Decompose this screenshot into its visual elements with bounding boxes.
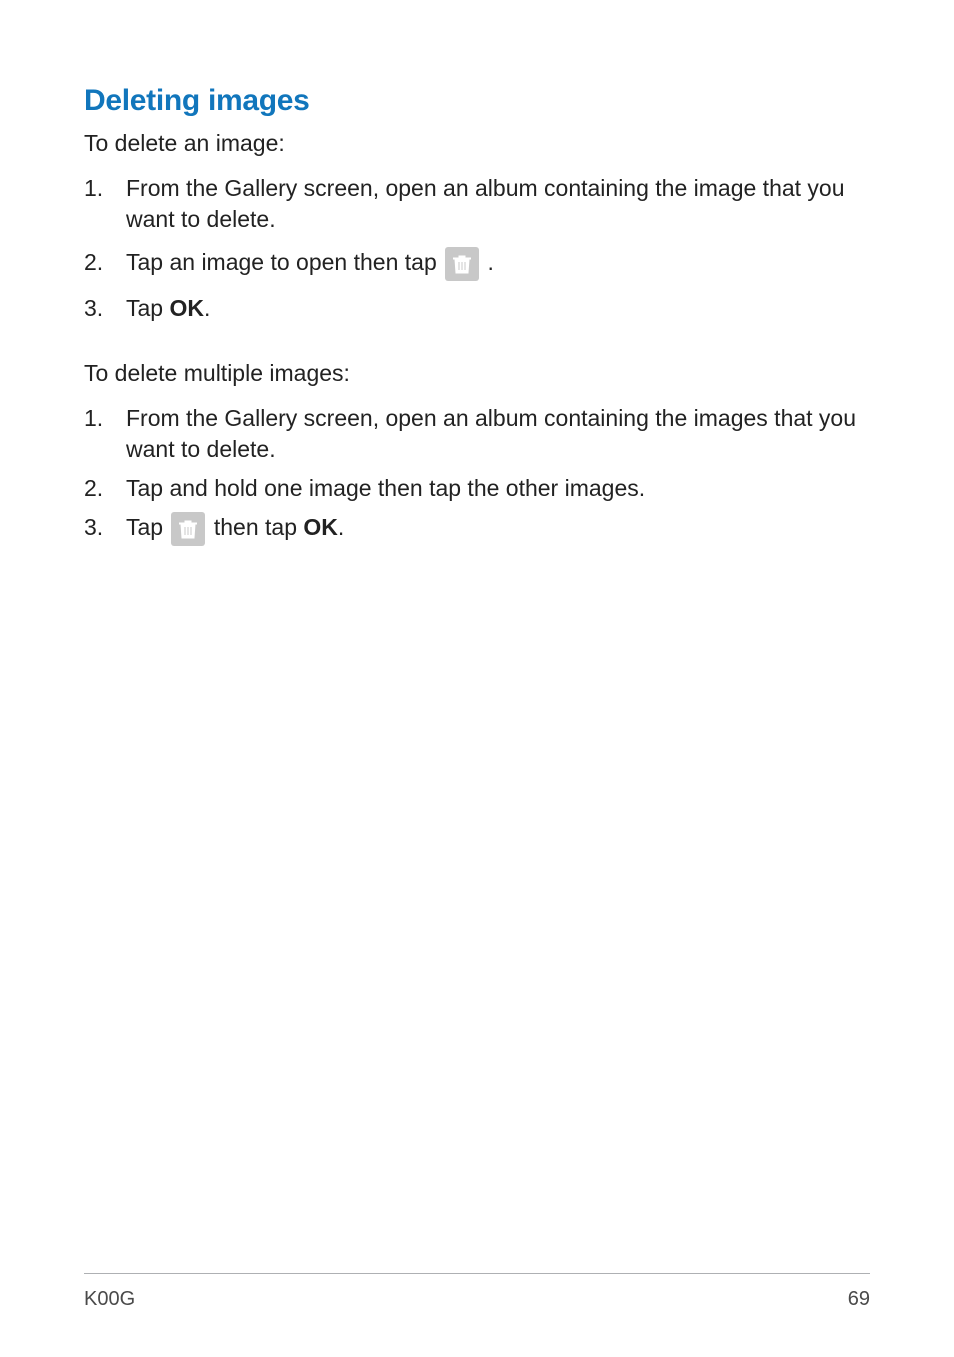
step2-text-after: . <box>488 249 494 275</box>
step3m-period: . <box>338 514 344 540</box>
step3m-ok: OK <box>303 514 338 540</box>
page-footer: K00G 69 <box>84 1273 870 1311</box>
step3: Tap OK. <box>84 293 870 324</box>
step3-ok: OK <box>169 295 204 321</box>
footer-page-number: 69 <box>848 1288 870 1311</box>
step3m-tap: Tap <box>126 514 169 540</box>
section-heading: Deleting images <box>84 84 870 118</box>
step3-tap: Tap <box>126 295 169 321</box>
step3-multi: Tap then tap OK. <box>84 512 870 546</box>
intro-multi-delete: To delete multiple images: <box>84 358 870 389</box>
steps-single-delete: From the Gallery screen, open an album c… <box>84 173 870 324</box>
footer-divider <box>84 1273 870 1274</box>
intro-single-delete: To delete an image: <box>84 128 870 159</box>
step3-period: . <box>204 295 210 321</box>
step2-text-before: Tap an image to open then tap <box>126 249 443 275</box>
step3m-then: then tap <box>207 514 303 540</box>
steps-multi-delete: From the Gallery screen, open an album c… <box>84 403 870 546</box>
step1: From the Gallery screen, open an album c… <box>84 173 870 235</box>
footer-model: K00G <box>84 1288 135 1311</box>
trash-icon <box>445 247 479 281</box>
step1-multi: From the Gallery screen, open an album c… <box>84 403 870 465</box>
trash-icon <box>171 512 205 546</box>
step2: Tap an image to open then tap . <box>84 247 870 281</box>
step2-multi: Tap and hold one image then tap the othe… <box>84 473 870 504</box>
